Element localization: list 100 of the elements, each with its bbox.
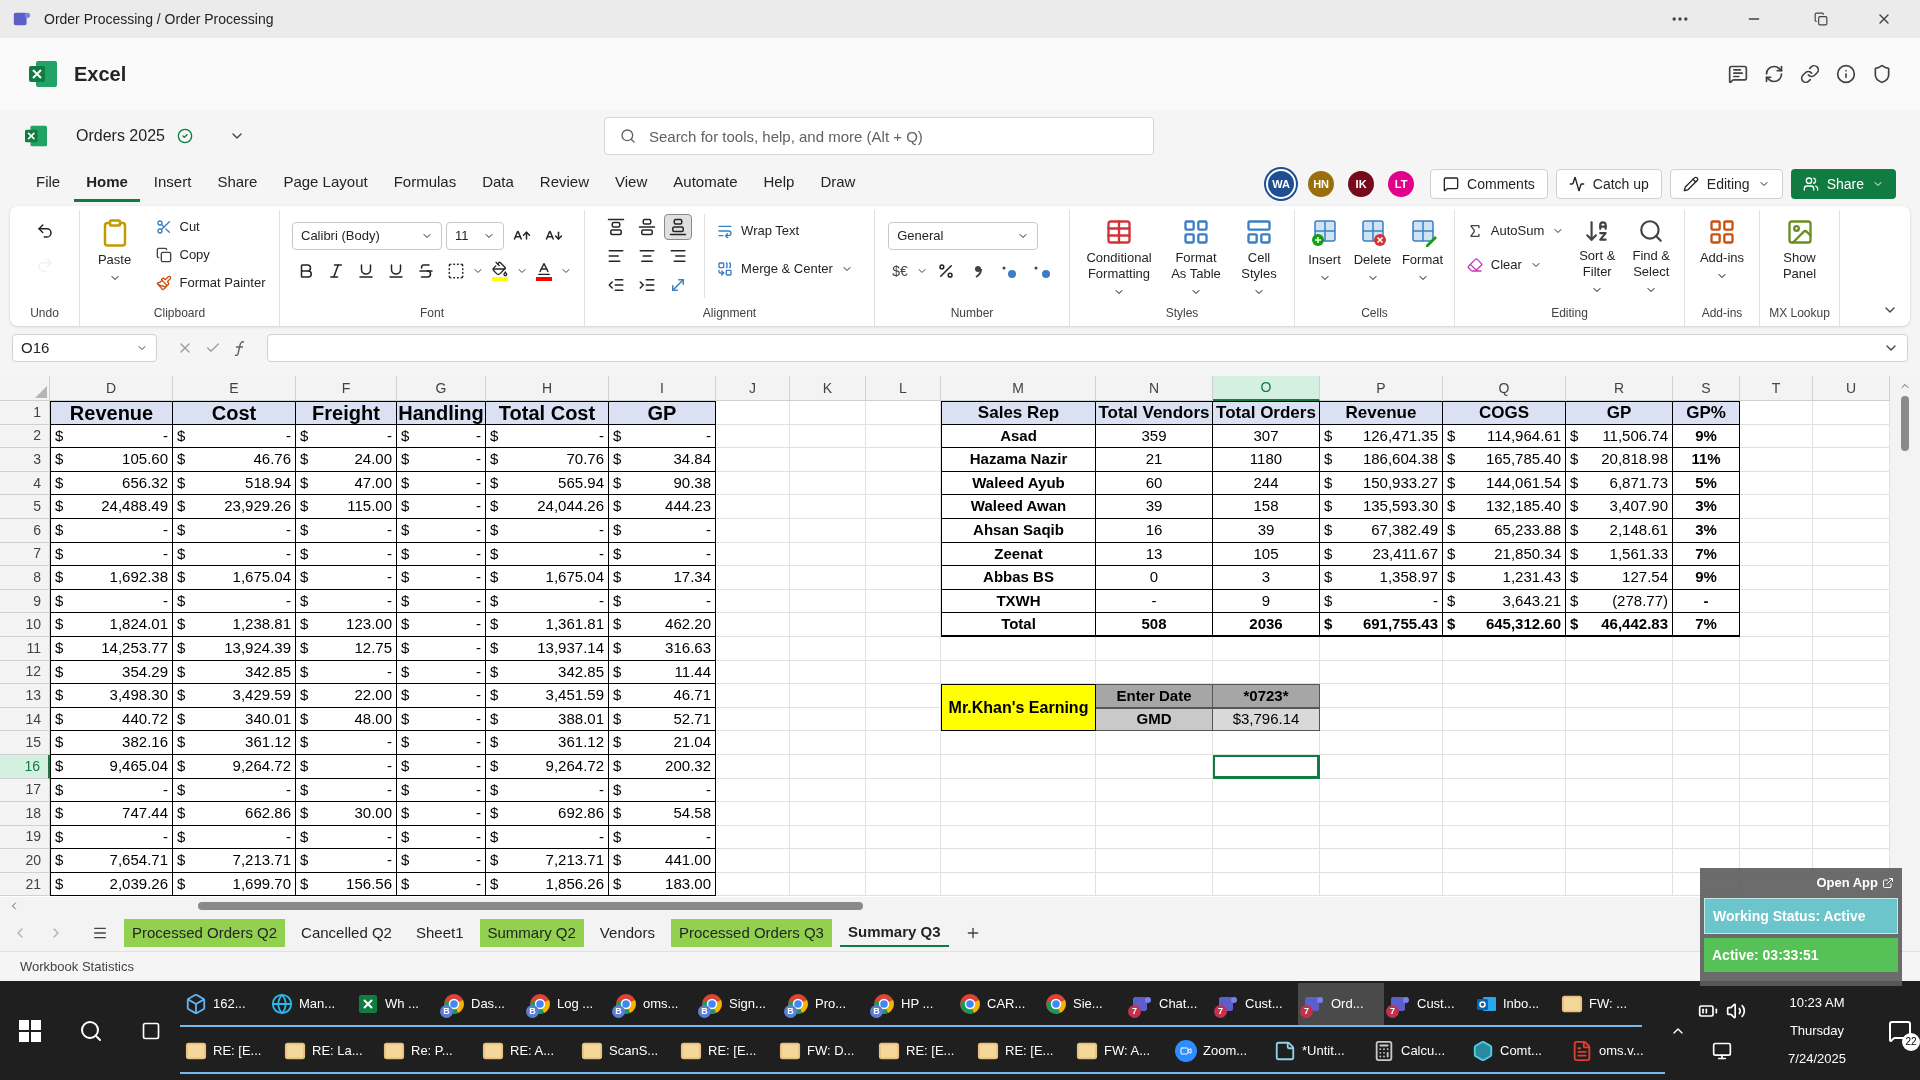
column-header[interactable]: I (609, 376, 716, 401)
row-header[interactable]: 6 (0, 518, 50, 543)
taskbar-button[interactable]: Zoom... (1170, 1029, 1269, 1074)
menu-tab[interactable]: Review (527, 166, 602, 202)
taskbar-button[interactable]: RE: [E... (873, 1029, 972, 1074)
column-header[interactable]: K (790, 376, 866, 401)
menu-tab[interactable]: File (24, 166, 73, 202)
status-text[interactable]: Workbook Statistics (20, 956, 134, 977)
add-ins-button[interactable]: Add-ins (1693, 214, 1751, 286)
wrap-text-button[interactable]: Wrap Text (713, 218, 857, 244)
row-header[interactable]: 7 (0, 542, 50, 567)
sheet-tab[interactable]: Cancelled Q2 (293, 919, 400, 947)
share-button[interactable]: Share (1790, 169, 1896, 199)
sheet-tab[interactable]: Sheet1 (407, 919, 472, 947)
taskbar-button[interactable]: B Das... (438, 982, 524, 1027)
mode-button[interactable]: Editing (1669, 169, 1783, 199)
column-header[interactable]: M (941, 376, 1096, 401)
menu-tab[interactable]: View (603, 166, 660, 202)
row-header[interactable]: 11 (0, 636, 50, 661)
taskbar-button[interactable]: B Log ... (524, 982, 610, 1027)
copy-button[interactable]: Copy (151, 242, 270, 268)
open-app-link[interactable]: Open App (1812, 872, 1898, 894)
taskbar-button[interactable]: *Untit... (1269, 1029, 1368, 1074)
menu-tab[interactable]: Share (205, 166, 270, 202)
taskbar-button[interactable]: B Sign... (696, 982, 782, 1027)
row-header[interactable]: 8 (0, 566, 50, 590)
row-header[interactable]: 18 (0, 802, 50, 826)
column-header[interactable]: J (716, 376, 790, 401)
taskbar-button[interactable]: Sie... (1040, 982, 1126, 1027)
sheet-tab[interactable]: Summary Q3 (839, 919, 949, 947)
avatar[interactable]: LT (1388, 171, 1415, 197)
column-header[interactable]: N (1096, 376, 1213, 401)
taskbar-button[interactable]: 7 Chat... (1126, 982, 1212, 1027)
column-header[interactable]: P (1320, 376, 1443, 401)
column-header[interactable]: H (486, 376, 609, 401)
sort-filter-button[interactable]: Sort & Filter (1572, 214, 1623, 300)
format-button[interactable]: Format (1396, 214, 1449, 288)
sheet-tab[interactable]: Processed Orders Q2 (124, 919, 286, 947)
row-header[interactable]: 2 (0, 424, 50, 449)
avatar[interactable]: WA (1268, 171, 1295, 197)
menu-tab[interactable]: Insert (141, 166, 204, 202)
cut-button[interactable]: Cut (151, 214, 270, 240)
column-header[interactable]: F (296, 376, 397, 401)
font-size-select[interactable]: 11 (446, 222, 504, 250)
merge-center-button[interactable]: Merge & Center (713, 256, 857, 282)
avatar[interactable]: HN (1308, 171, 1335, 197)
taskbar-button[interactable]: Calcu... (1368, 1029, 1467, 1074)
row-header[interactable]: 4 (0, 471, 50, 496)
sheet-tab[interactable]: Processed Orders Q3 (670, 919, 832, 947)
avatar[interactable]: IK (1348, 171, 1375, 197)
column-header[interactable]: G (397, 376, 486, 401)
number-format-select[interactable]: General (888, 222, 1039, 250)
column-header[interactable]: D (50, 376, 173, 401)
row-header[interactable]: 20 (0, 849, 50, 873)
sheet-tab[interactable]: Vendors (591, 919, 663, 947)
taskbar-button[interactable]: Man... (266, 982, 352, 1027)
taskbar-button[interactable]: FW: A... (1071, 1029, 1170, 1074)
format-as-table-button[interactable]: Format As Table (1163, 214, 1229, 302)
row-header[interactable]: 21 (0, 872, 50, 897)
name-box[interactable]: O16 (12, 334, 157, 362)
column-header[interactable]: T (1740, 376, 1813, 401)
paste-button[interactable]: Paste (89, 214, 140, 296)
taskbar-button[interactable]: Re: P... (378, 1029, 477, 1074)
row-header[interactable]: 12 (0, 660, 50, 685)
row-header[interactable]: 15 (0, 731, 50, 755)
taskbar-button[interactable]: 162... (180, 982, 266, 1027)
cell-styles-button[interactable]: Cell Styles (1233, 214, 1285, 302)
taskbar-button[interactable]: oms.v... (1566, 1029, 1665, 1074)
sheet-tab[interactable]: Summary Q2 (479, 919, 584, 947)
taskbar-button[interactable]: Inbo... (1470, 982, 1556, 1027)
catchup-button[interactable]: Catch up (1555, 169, 1662, 199)
taskbar-button[interactable]: RE: A... (477, 1029, 576, 1074)
column-header[interactable]: S (1673, 376, 1740, 401)
column-header[interactable]: E (173, 376, 296, 401)
clock-date[interactable]: 7/24/2025 (1788, 1044, 1846, 1073)
column-header[interactable]: L (866, 376, 941, 401)
taskbar-button[interactable]: RE: La... (279, 1029, 378, 1074)
clock-time[interactable]: 10:23 AM (1789, 988, 1845, 1017)
taskbar-button[interactable]: CAR... (954, 982, 1040, 1027)
row-header[interactable]: 10 (0, 613, 50, 637)
taskbar-button[interactable]: ScanS... (576, 1029, 675, 1074)
conditional-formatting-button[interactable]: Conditional Formatting (1079, 214, 1159, 302)
taskbar-button[interactable]: Comt... (1467, 1029, 1566, 1074)
row-header[interactable]: 19 (0, 825, 50, 850)
insert-button[interactable]: Insert (1300, 214, 1349, 288)
row-header[interactable]: 1 (0, 401, 50, 425)
document-name[interactable]: Orders 2025 (76, 124, 165, 148)
column-header[interactable]: O (1213, 376, 1320, 401)
comments-button[interactable]: Comments (1430, 169, 1548, 199)
menu-tab[interactable]: Data (470, 166, 526, 202)
taskbar-button[interactable]: RE: [E... (180, 1029, 279, 1074)
format-painter-button[interactable]: Format Painter (151, 270, 270, 296)
column-header[interactable]: Q (1443, 376, 1566, 401)
taskbar-button[interactable]: B oms... (610, 982, 696, 1027)
taskbar-button[interactable]: RE: [E... (972, 1029, 1071, 1074)
menu-tab[interactable]: Home (74, 166, 140, 202)
taskbar-button[interactable]: B HP ... (868, 982, 954, 1027)
menu-tab[interactable]: Automate (661, 166, 750, 202)
clear-button[interactable]: Clear (1462, 252, 1569, 278)
row-header[interactable]: 17 (0, 778, 50, 803)
